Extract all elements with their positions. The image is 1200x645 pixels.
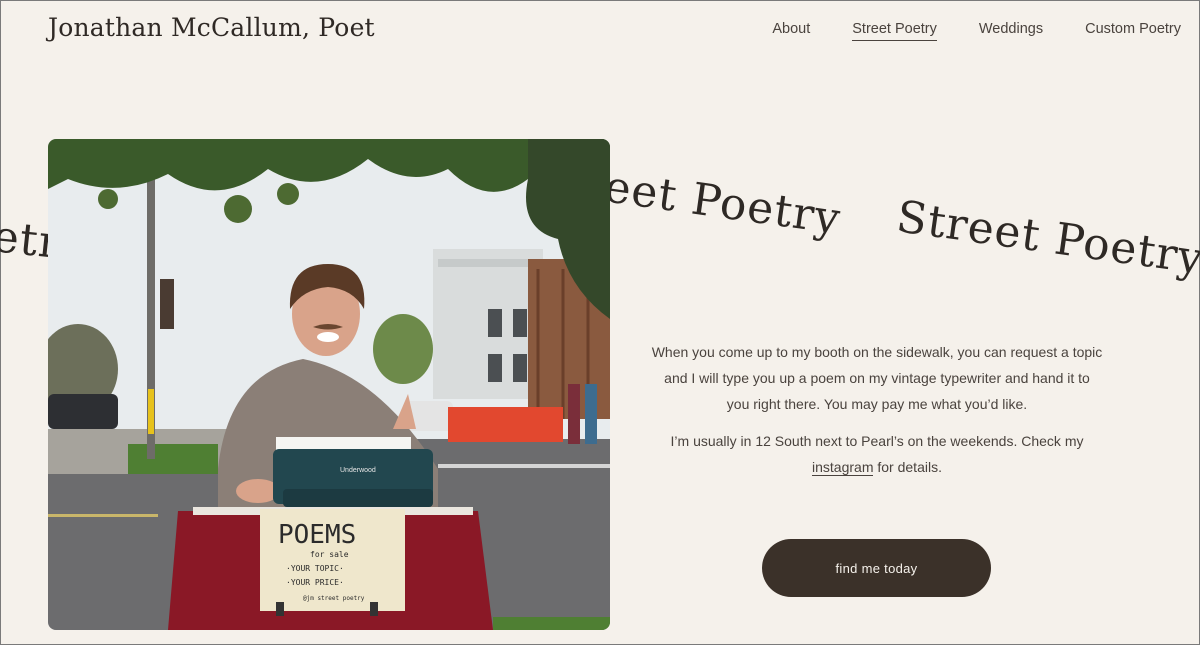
- photo-illustration: Underwood POEMS for sale ·YOUR TOPIC· ·Y…: [48, 139, 610, 630]
- site-header: Jonathan McCallum, Poet About Street Poe…: [1, 1, 1199, 61]
- nav-street-poetry[interactable]: Street Poetry: [852, 21, 937, 41]
- location-paragraph: I’m usually in 12 South next to Pearl’s …: [651, 428, 1103, 480]
- sign-title: POEMS: [278, 520, 356, 550]
- find-me-today-button[interactable]: find me today: [762, 539, 991, 597]
- marquee-text-right: Street Poetry: [893, 191, 1200, 285]
- site-title[interactable]: Jonathan McCallum, Poet: [48, 13, 375, 42]
- street-poetry-photo: Underwood POEMS for sale ·YOUR TOPIC· ·Y…: [48, 139, 610, 630]
- instagram-link[interactable]: instagram: [812, 459, 874, 476]
- typewriter-brand: Underwood: [340, 467, 376, 474]
- intro-paragraph: When you come up to my booth on the side…: [651, 344, 1103, 412]
- location-text-end: for details.: [873, 459, 942, 475]
- main-nav: About Street Poetry Weddings Custom Poet…: [730, 21, 1181, 41]
- nav-weddings[interactable]: Weddings: [979, 21, 1043, 41]
- nav-custom-poetry[interactable]: Custom Poetry: [1085, 21, 1181, 41]
- location-text: I’m usually in 12 South next to Pearl’s …: [670, 433, 1084, 449]
- body-copy: When you come up to my booth on the side…: [651, 339, 1103, 491]
- nav-about[interactable]: About: [772, 21, 810, 41]
- marquee-text-middle: eet Poetry: [601, 161, 844, 245]
- sign-your-topic: ·YOUR TOPIC·: [286, 564, 344, 573]
- sign-handle: @jm street poetry: [303, 595, 365, 602]
- sign-your-price: ·YOUR PRICE·: [286, 578, 344, 587]
- sign-for-sale: for sale: [310, 550, 349, 559]
